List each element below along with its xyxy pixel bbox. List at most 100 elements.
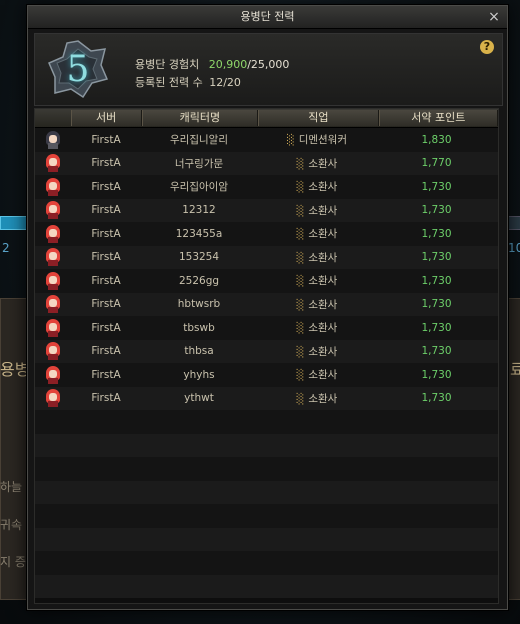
table-row[interactable]: FirstA yhyhs ░ 소환사 1,730: [35, 363, 498, 387]
table-row[interactable]: FirstA 2526gg ░ 소환사 1,730: [35, 269, 498, 293]
character-avatar-icon: [45, 389, 61, 408]
class-cell: ░ 소환사: [257, 179, 377, 194]
class-name: 소환사: [308, 204, 338, 217]
character-name-cell: 12312: [182, 204, 216, 217]
points-cell: 1,730: [421, 345, 452, 358]
window-titlebar[interactable]: 용병단 전력 ×: [28, 6, 507, 29]
mercenary-level: 5: [66, 49, 90, 90]
character-avatar-icon: [45, 342, 61, 361]
empty-row: [35, 480, 498, 504]
character-avatar-icon: [45, 248, 61, 267]
avatar-cell: [35, 248, 71, 267]
column-header-character[interactable]: 캐릭터명: [141, 110, 259, 126]
character-name-cell: 우리집니알리: [170, 134, 228, 147]
table-row[interactable]: FirstA 너구링가문 ░ 소환사 1,770: [35, 151, 498, 175]
server-cell: FirstA: [91, 345, 121, 358]
column-header-avatar: [35, 110, 71, 126]
character-name-cell: 우리집아이암: [170, 181, 228, 194]
background-panel-right: [506, 298, 520, 600]
table-row[interactable]: FirstA ythwt ░ 소환사 1,730: [35, 386, 498, 410]
table-row[interactable]: FirstA thbsa ░ 소환사 1,730: [35, 339, 498, 363]
registered-value: 12/20: [209, 76, 241, 89]
character-name-cell: tbswb: [183, 321, 215, 334]
character-name-cell: ythwt: [184, 392, 214, 405]
empty-row: [35, 551, 498, 575]
table-row[interactable]: FirstA 12312 ░ 소환사 1,730: [35, 198, 498, 222]
background-heading-right: 료: [510, 360, 520, 379]
column-header-class[interactable]: 직업: [258, 110, 379, 126]
points-cell: 1,730: [421, 251, 452, 264]
close-icon[interactable]: ×: [487, 6, 501, 28]
server-cell: FirstA: [91, 321, 121, 334]
avatar-cell: [35, 130, 71, 149]
empty-row: [35, 574, 498, 598]
exp-label: 용병단 경험치: [135, 58, 200, 71]
character-avatar-icon: [45, 130, 61, 149]
server-cell: FirstA: [91, 392, 121, 405]
job-emblem-icon: ░: [296, 158, 305, 170]
points-cell: 1,730: [421, 227, 452, 240]
avatar-cell: [35, 224, 71, 243]
column-header-server[interactable]: 서버: [70, 110, 142, 126]
character-avatar-icon: [45, 201, 61, 220]
class-cell: ░ 소환사: [257, 391, 377, 406]
class-cell: ░ 소환사: [257, 226, 377, 241]
table-row[interactable]: FirstA 우리집아이암 ░ 소환사 1,730: [35, 175, 498, 199]
class-cell: ░ 소환사: [257, 297, 377, 312]
job-emblem-icon: ░: [296, 370, 305, 382]
empty-row: [35, 504, 498, 528]
background-number-left: 2: [2, 241, 10, 255]
class-cell: ░ 소환사: [257, 250, 377, 265]
class-cell: ░ 소환사: [257, 367, 377, 382]
character-avatar-icon: [45, 271, 61, 290]
job-emblem-icon: ░: [296, 393, 305, 405]
class-name: 소환사: [308, 157, 338, 170]
character-name-cell: 2526gg: [178, 274, 220, 287]
avatar-cell: [35, 154, 71, 173]
character-name-cell: 123455a: [175, 227, 223, 240]
table-row[interactable]: FirstA 우리집니알리 ░ 디멘션워커 1,830: [35, 128, 498, 152]
class-name: 디멘션워커: [298, 134, 347, 147]
points-cell: 1,730: [421, 204, 452, 217]
class-name: 소환사: [308, 298, 338, 311]
server-cell: FirstA: [91, 251, 121, 264]
server-cell: FirstA: [91, 227, 121, 240]
empty-row: [35, 527, 498, 551]
avatar-cell: [35, 271, 71, 290]
server-cell: FirstA: [91, 298, 121, 311]
table-header: 서버 캐릭터명 직업 서약 포인트: [35, 109, 498, 128]
table-row[interactable]: FirstA hbtwsrb ░ 소환사 1,730: [35, 292, 498, 316]
exp-max: /25,000: [247, 58, 290, 71]
table-row[interactable]: FirstA 153254 ░ 소환사 1,730: [35, 245, 498, 269]
class-cell: ░ 소환사: [257, 273, 377, 288]
job-emblem-icon: ░: [296, 299, 305, 311]
character-avatar-icon: [45, 224, 61, 243]
class-name: 소환사: [308, 322, 338, 335]
server-cell: FirstA: [91, 274, 121, 287]
background-text-2: 귀속: [0, 518, 23, 532]
job-emblem-icon: ░: [296, 252, 305, 264]
table-row[interactable]: FirstA 123455a ░ 소환사 1,730: [35, 222, 498, 246]
mercenary-summary: 5 용병단 경험치 20,900/25,000 등록된 전력 수 12/20 ?: [34, 33, 503, 106]
table-row[interactable]: FirstA tbswb ░ 소환사 1,730: [35, 316, 498, 340]
class-name: 소환사: [308, 275, 338, 288]
background-progress-right: [506, 216, 520, 230]
points-cell: 1,730: [421, 274, 452, 287]
character-avatar-icon: [45, 154, 61, 173]
character-name-cell: thbsa: [184, 345, 214, 358]
points-cell: 1,830: [421, 133, 452, 146]
column-header-points[interactable]: 서약 포인트: [378, 110, 498, 126]
class-name: 소환사: [308, 181, 338, 194]
character-avatar-icon: [45, 365, 61, 384]
help-icon[interactable]: ?: [480, 40, 494, 54]
avatar-cell: [35, 365, 71, 384]
job-emblem-icon: ░: [296, 205, 305, 217]
server-cell: FirstA: [91, 133, 121, 146]
background-heading-left: 용병: [0, 360, 30, 379]
character-name-cell: 너구링가문: [174, 157, 224, 170]
avatar-cell: [35, 342, 71, 361]
exp-line: 용병단 경험치 20,900/25,000: [135, 56, 289, 72]
exp-current: 20,900: [208, 58, 248, 71]
server-cell: FirstA: [91, 157, 121, 170]
mercenary-power-window: 용병단 전력 × 5 용병단 경험치 20,900/25,000 등록된 전력 …: [27, 5, 508, 610]
